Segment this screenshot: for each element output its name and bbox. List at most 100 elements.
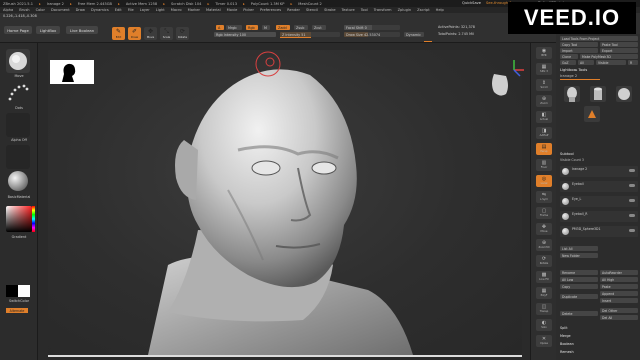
menu-item-tool[interactable]: Tool [361, 8, 368, 12]
alternate-button[interactable]: Alternate [6, 308, 28, 313]
zoom-view-button[interactable]: ⊕ Zoom [536, 95, 552, 107]
boolean-section[interactable]: Boolean [560, 342, 574, 346]
menu-item-zscript[interactable]: Zscript [417, 8, 429, 12]
rgb-toggle[interactable]: Rgb [246, 25, 258, 30]
material-selector[interactable] [6, 169, 30, 193]
zadd-toggle[interactable]: Zadd [276, 25, 290, 30]
brush-selector[interactable] [6, 49, 30, 73]
l-sym-view-button[interactable]: ⇋ L.Sym [536, 191, 552, 203]
subtool-row[interactable]: Eyeball_R [560, 211, 638, 222]
local-view-button[interactable]: ◎ Local [536, 175, 552, 187]
foreground-color-swatch[interactable] [18, 285, 30, 297]
visibility-eye-icon[interactable] [629, 169, 635, 172]
paste-button[interactable]: Paste [600, 284, 638, 289]
visibility-eye-icon[interactable] [629, 229, 635, 232]
append-button[interactable]: Append [600, 291, 638, 296]
make-polymesh-button[interactable]: Make PolyMesh3D [580, 54, 638, 59]
load-tools-button[interactable]: Load Tools From Project [560, 36, 638, 41]
copy-tool-button[interactable]: Copy Tool [560, 42, 598, 47]
menu-item-file[interactable]: File [128, 8, 134, 12]
menu-item-zplugin[interactable]: Zplugin [398, 8, 412, 12]
xpose-view-button[interactable]: ✕ Xpose [536, 335, 552, 347]
rename-button[interactable]: Rename [560, 270, 598, 275]
color-picker[interactable] [6, 206, 32, 232]
bpr-view-button[interactable]: ◉ BPR [536, 47, 552, 59]
tool-thumb-simplebrush[interactable] [584, 106, 600, 122]
tool-rotate-button[interactable]: ⟳ Rotate [176, 27, 189, 40]
menu-item-macro[interactable]: Macro [171, 8, 182, 12]
all-high-button[interactable]: All High [600, 277, 638, 282]
quicksave-button[interactable]: QuickSave [462, 1, 481, 5]
draw-size-slider[interactable]: Draw Size 42.53074 [344, 32, 400, 37]
move-view-button[interactable]: ✥ Move [536, 223, 552, 235]
line-fill-view-button[interactable]: ▩ Line Fill [536, 271, 552, 283]
transp-view-button[interactable]: ◫ Transp [536, 303, 552, 315]
color-swatches[interactable] [6, 285, 30, 297]
all-low-button[interactable]: All Low [560, 277, 598, 282]
rgb-intensity-slider[interactable]: Rgb Intensity 100 [214, 32, 276, 37]
menu-item-stroke[interactable]: Stroke [324, 8, 335, 12]
menu-item-document[interactable]: Document [51, 8, 70, 12]
focal-shift-slider[interactable]: Focal Shift 0 [344, 25, 400, 30]
texture-selector[interactable] [6, 145, 30, 169]
tool-draw-button[interactable]: ✐ Draw [128, 27, 141, 40]
lightbox-tools-label[interactable]: Lightbox▸ Tools [560, 68, 587, 72]
menu-item-transform[interactable]: Transform [374, 8, 392, 12]
split-section[interactable]: Split [560, 326, 568, 330]
delete-button[interactable]: Delete [560, 311, 598, 316]
orientation-gyro[interactable] [482, 58, 528, 104]
merge-section[interactable]: Merge [560, 334, 571, 338]
mrgb-toggle[interactable]: Mrgb [226, 25, 242, 30]
stroke-selector[interactable] [6, 81, 30, 105]
alpha-selector[interactable] [6, 113, 30, 137]
switch-color-button[interactable]: SwitchColor [0, 299, 38, 303]
rotate-view-button[interactable]: ⟳ Rotate [536, 255, 552, 267]
background-color-swatch[interactable] [6, 285, 18, 297]
visibility-eye-icon[interactable] [629, 214, 635, 217]
navigator-thumbnail[interactable] [50, 60, 94, 84]
r-button[interactable]: R [628, 60, 638, 65]
tool-thumb-iranage[interactable] [564, 86, 580, 102]
a-mrgb-toggle[interactable]: A [216, 25, 224, 30]
paste-tool-button[interactable]: Paste Tool [600, 42, 638, 47]
m-toggle[interactable]: M [262, 25, 270, 30]
menu-item-material[interactable]: Material [206, 8, 221, 12]
import-button[interactable]: Import [560, 48, 598, 53]
menu-item-color[interactable]: Color [36, 8, 45, 12]
spix-3-view-button[interactable]: ▦ SPix 3 [536, 63, 552, 75]
visible-button[interactable]: Visible [596, 60, 626, 65]
visibility-eye-icon[interactable] [629, 199, 635, 202]
menu-item-dynamics[interactable]: Dynamics [91, 8, 109, 12]
menu-item-edit[interactable]: Edit [115, 8, 122, 12]
list-all-button[interactable]: List All [560, 246, 598, 251]
viewport-canvas[interactable] [48, 50, 522, 355]
menu-item-help[interactable]: Help [436, 8, 444, 12]
menu-item-stencil[interactable]: Stencil [306, 8, 318, 12]
hue-strip[interactable] [32, 206, 35, 232]
aahalf-view-button[interactable]: ◨ AAHalf [536, 127, 552, 139]
remesh-section[interactable]: Remesh [560, 350, 574, 354]
menu-item-alpha[interactable]: Alpha [3, 8, 13, 12]
menu-item-layer[interactable]: Layer [140, 8, 150, 12]
menu-item-light[interactable]: Light [156, 8, 165, 12]
goz-button[interactable]: GoZ [560, 60, 576, 65]
all-button[interactable]: All [578, 60, 594, 65]
insert-button[interactable]: Insert [600, 298, 638, 303]
menu-item-picker[interactable]: Picker [243, 8, 254, 12]
zsub-toggle[interactable]: Zsub [294, 25, 308, 30]
floor-view-button[interactable]: ▥ Floor [536, 159, 552, 171]
export-button[interactable]: Export [600, 48, 638, 53]
persp-view-button[interactable]: ▤ Persp [536, 143, 552, 155]
auto-reorder-button[interactable]: AutoReorder [600, 270, 638, 275]
subtool-row[interactable]: Eyeball [560, 181, 638, 192]
live-boolean-button[interactable]: Live Boolean [66, 26, 98, 34]
tool-scale-button[interactable]: ⤡ Scale [160, 27, 173, 40]
del-other-button[interactable]: Del Other [600, 308, 638, 313]
frame-view-button[interactable]: ▢ Frame [536, 207, 552, 219]
subtool-row[interactable]: PM3D_Sphere3D1 [560, 226, 638, 237]
menu-item-draw[interactable]: Draw [76, 8, 85, 12]
tool-move-button[interactable]: ✥ Move [144, 27, 157, 40]
zoom3d-view-button[interactable]: ⊕ Zoom3D [536, 239, 552, 251]
tool-thumb-cylinder[interactable] [590, 86, 606, 102]
menu-item-render[interactable]: Render [287, 8, 300, 12]
